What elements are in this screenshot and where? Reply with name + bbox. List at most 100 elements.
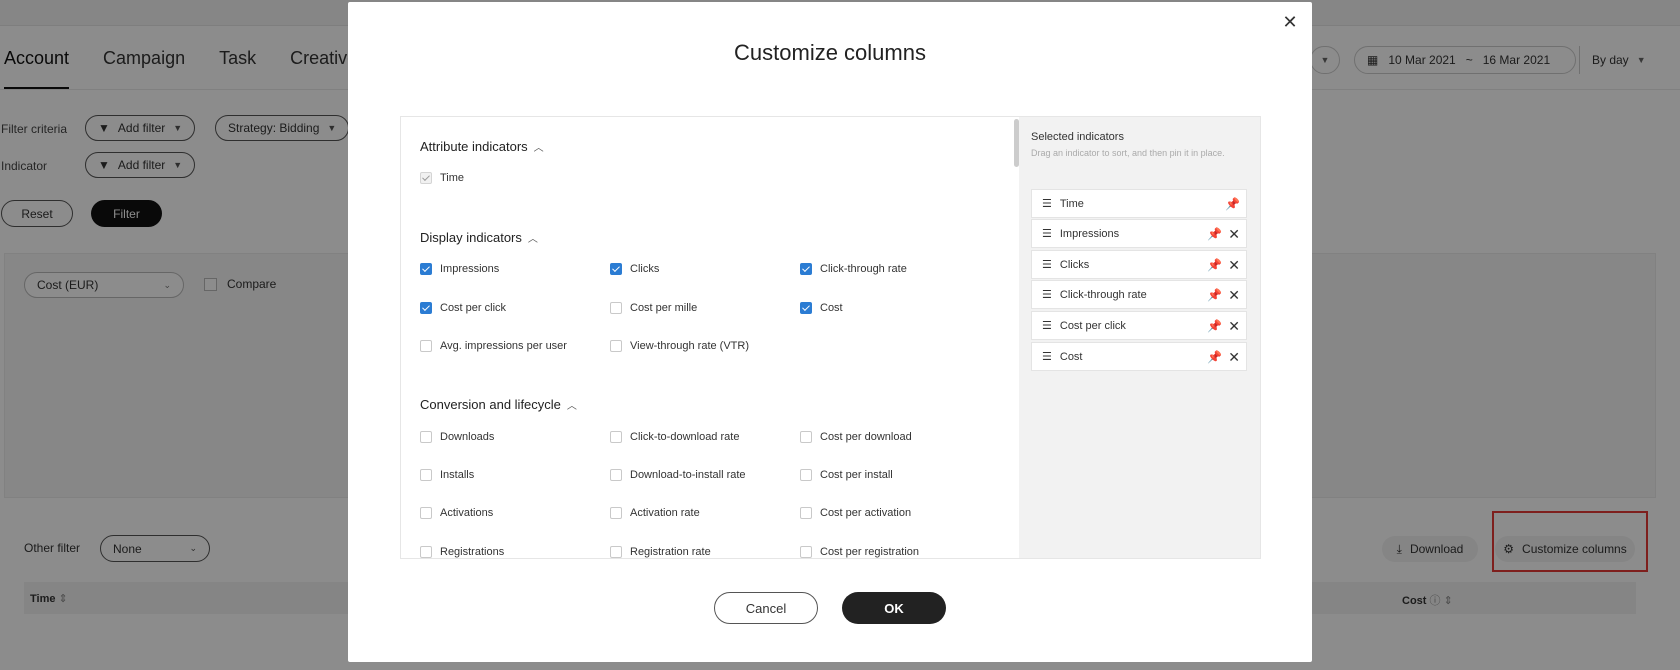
checkbox xyxy=(610,340,622,352)
checkbox xyxy=(610,507,622,519)
indicator-label: Cost xyxy=(820,302,843,314)
remove-icon[interactable]: ✕ xyxy=(1228,227,1240,241)
checkbox xyxy=(610,469,622,481)
pin-icon[interactable]: 📌 xyxy=(1225,197,1240,211)
indicator-checkbox[interactable]: Cost per download xyxy=(800,431,912,443)
selected-title: Selected indicators xyxy=(1031,131,1124,143)
indicator-checkbox: Time xyxy=(420,172,464,184)
indicator-label: Cost per mille xyxy=(630,302,698,314)
checkbox xyxy=(420,546,432,558)
drag-handle-icon[interactable]: ☰ xyxy=(1042,258,1052,271)
drag-handle-icon[interactable]: ☰ xyxy=(1042,350,1052,363)
selected-item[interactable]: ☰ Click-through rate 📌 ✕ xyxy=(1031,280,1247,309)
checkbox xyxy=(420,172,432,184)
checkbox xyxy=(420,302,432,314)
checkbox xyxy=(610,263,622,275)
checkbox xyxy=(420,340,432,352)
indicator-checkbox[interactable]: Cost per install xyxy=(800,469,893,481)
indicator-checkbox[interactable]: Click-through rate xyxy=(800,263,907,275)
section-display-indicators[interactable]: Display indicators ︿ xyxy=(420,230,538,245)
drag-handle-icon[interactable]: ☰ xyxy=(1042,227,1052,240)
checkbox xyxy=(800,546,812,558)
dialog-title: Customize columns xyxy=(734,40,926,65)
indicator-checkbox[interactable]: Cost per activation xyxy=(800,507,911,519)
indicator-label: Click-to-download rate xyxy=(630,431,740,443)
checkbox xyxy=(420,431,432,443)
indicator-checkbox[interactable]: Activation rate xyxy=(610,507,700,519)
selected-item-label: Clicks xyxy=(1059,258,1090,271)
section-title-label: Display indicators xyxy=(420,230,522,245)
pin-icon[interactable]: 📌 xyxy=(1207,227,1222,241)
indicator-checkbox[interactable]: Cost per registration xyxy=(800,546,919,558)
indicator-checkbox[interactable]: Clicks xyxy=(610,263,659,275)
selected-item[interactable]: ☰ Cost 📌 ✕ xyxy=(1031,342,1247,371)
pin-icon[interactable]: 📌 xyxy=(1207,288,1222,302)
remove-icon[interactable]: ✕ xyxy=(1228,350,1240,364)
indicator-label: Downloads xyxy=(440,431,495,443)
pin-icon[interactable]: 📌 xyxy=(1207,350,1222,364)
drag-handle-icon[interactable]: ☰ xyxy=(1042,319,1052,332)
selected-item-label: Click-through rate xyxy=(1059,288,1147,301)
indicator-checkbox[interactable]: Cost per mille xyxy=(610,302,697,314)
indicator-checkbox[interactable]: Click-to-download rate xyxy=(610,431,739,443)
pin-icon[interactable]: 📌 xyxy=(1207,258,1222,272)
indicator-checkbox[interactable]: View-through rate (VTR) xyxy=(610,340,749,352)
indicator-checkbox[interactable]: Registrations xyxy=(420,546,504,558)
chevron-up-icon: ︿ xyxy=(566,401,577,412)
selected-item[interactable]: ☰ Clicks 📌 ✕ xyxy=(1031,250,1247,279)
indicator-checkbox[interactable]: Impressions xyxy=(420,263,499,275)
indicator-label: Click-through rate xyxy=(820,263,907,275)
checkbox xyxy=(420,469,432,481)
indicator-label: View-through rate (VTR) xyxy=(630,340,750,352)
remove-icon[interactable]: ✕ xyxy=(1228,319,1240,333)
indicator-checkbox[interactable]: Cost xyxy=(800,302,843,314)
selected-item[interactable]: ☰ Cost per click 📌 ✕ xyxy=(1031,311,1247,340)
selected-hint: Drag an indicator to sort, and then pin … xyxy=(1031,148,1225,158)
section-title-label: Attribute indicators xyxy=(420,139,528,154)
checkbox xyxy=(610,431,622,443)
checkbox xyxy=(800,469,812,481)
indicator-checkbox[interactable]: Avg. impressions per user xyxy=(420,340,567,352)
remove-icon[interactable]: ✕ xyxy=(1228,288,1240,302)
remove-icon[interactable]: ✕ xyxy=(1228,258,1240,272)
selected-item-label: Cost per click xyxy=(1059,319,1126,332)
checkbox xyxy=(800,507,812,519)
selected-item-label: Time xyxy=(1059,197,1084,210)
indicator-checkbox[interactable]: Activations xyxy=(420,507,493,519)
indicator-checkbox[interactable]: Cost per click xyxy=(420,302,506,314)
indicator-label: Clicks xyxy=(630,263,660,275)
indicator-label: Activation rate xyxy=(630,507,700,519)
indicator-checkbox[interactable]: Registration rate xyxy=(610,546,711,558)
indicator-label: Cost per download xyxy=(820,431,912,443)
indicator-label: Registration rate xyxy=(630,546,711,558)
ok-button[interactable]: OK xyxy=(842,592,946,624)
indicator-label: Avg. impressions per user xyxy=(440,340,567,352)
indicator-checkbox[interactable]: Downloads xyxy=(420,431,494,443)
customize-columns-dialog: ✕ Customize columns Attribute indicators… xyxy=(348,2,1312,662)
selected-item[interactable]: ☰ Impressions 📌 ✕ xyxy=(1031,219,1247,248)
section-title-label: Conversion and lifecycle xyxy=(420,397,561,412)
indicator-checkbox[interactable]: Installs xyxy=(420,469,474,481)
checkbox xyxy=(800,302,812,314)
indicator-label: Registrations xyxy=(440,546,505,558)
drag-handle-icon[interactable]: ☰ xyxy=(1042,288,1052,301)
indicator-label: Activations xyxy=(440,507,494,519)
checkbox xyxy=(610,302,622,314)
selected-indicators-panel: Selected indicators Drag an indicator to… xyxy=(1019,117,1260,558)
checkbox xyxy=(800,431,812,443)
indicator-list[interactable]: Attribute indicators ︿ Time Display indi… xyxy=(401,117,1019,558)
cancel-button[interactable]: Cancel xyxy=(714,592,818,624)
close-icon[interactable]: ✕ xyxy=(1280,12,1300,32)
indicator-label: Installs xyxy=(440,469,475,481)
indicator-label: Download-to-install rate xyxy=(630,469,746,481)
indicator-label: Time xyxy=(440,172,465,184)
indicator-label: Cost per click xyxy=(440,302,507,314)
checkbox xyxy=(610,546,622,558)
drag-handle-icon[interactable]: ☰ xyxy=(1042,197,1052,210)
pin-icon[interactable]: 📌 xyxy=(1207,319,1222,333)
section-conversion-lifecycle[interactable]: Conversion and lifecycle ︿ xyxy=(420,397,577,412)
checkbox xyxy=(800,263,812,275)
section-attribute-indicators[interactable]: Attribute indicators ︿ xyxy=(420,139,544,154)
indicator-checkbox[interactable]: Download-to-install rate xyxy=(610,469,746,481)
selected-item[interactable]: ☰ Time 📌 xyxy=(1031,189,1247,218)
